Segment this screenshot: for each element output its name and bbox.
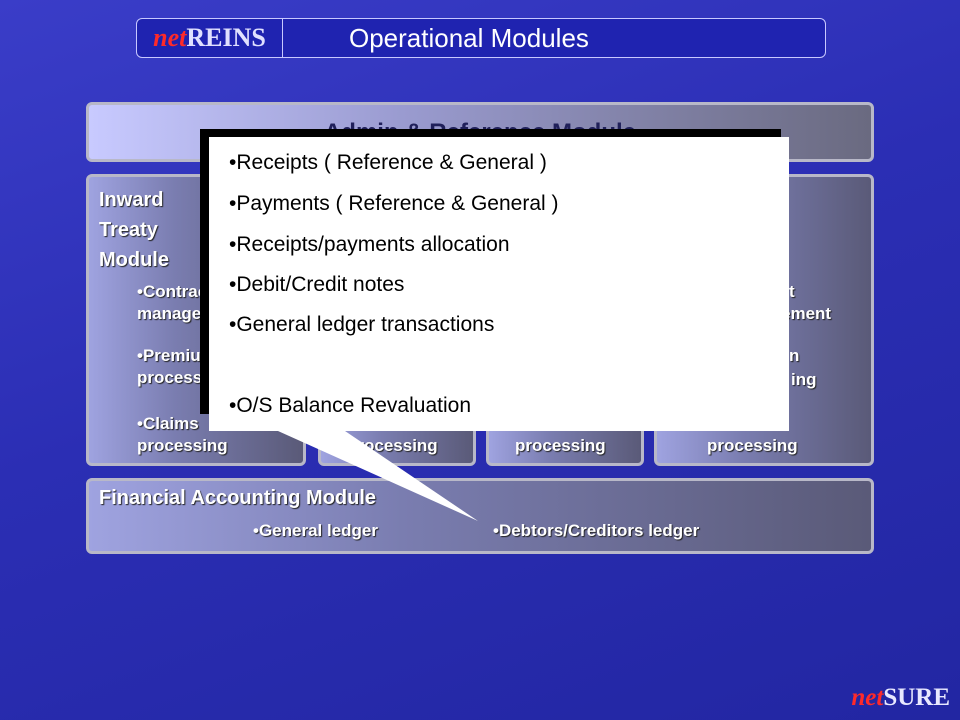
callout-item: •Payments ( Reference & General )	[229, 192, 559, 215]
callout-item: •Receipts/payments allocation	[229, 233, 510, 256]
callout-item: •Debit/Credit notes	[229, 273, 405, 296]
footer-logo-prefix: net	[851, 684, 884, 711]
footer-logo-brand: SURE	[883, 684, 950, 711]
netsure-logo: netSURE	[851, 684, 950, 712]
callout-popup: •Receipts ( Reference & General ) •Payme…	[209, 137, 789, 431]
callout-item: •Receipts ( Reference & General )	[229, 151, 547, 174]
callout-item: •General ledger transactions	[229, 313, 495, 336]
callout-item: •O/S Balance Revaluation	[229, 394, 471, 417]
